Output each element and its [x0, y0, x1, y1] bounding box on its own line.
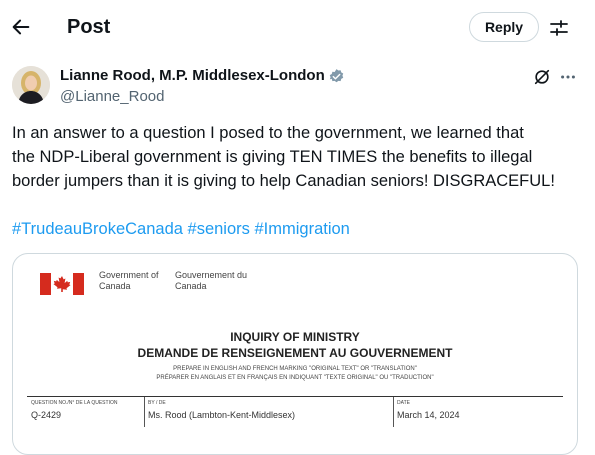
back-arrow-icon[interactable]	[10, 16, 32, 38]
post-text-line: border jumpers than it is giving to help…	[12, 172, 555, 190]
avatar[interactable]	[12, 66, 50, 104]
document-divider	[393, 397, 394, 427]
hashtag-list: #TrudeauBrokeCanada #seniors #Immigratio…	[12, 217, 350, 241]
page-title: Post	[67, 16, 111, 38]
post-text: In an answer to a question I posed to th…	[12, 121, 587, 193]
author-handle[interactable]: @Lianne_Rood	[60, 88, 164, 105]
reply-button[interactable]: Reply	[469, 12, 539, 42]
document-field-label: DATE	[397, 400, 410, 406]
more-icon[interactable]	[559, 68, 577, 86]
government-name-en: Government of Canada	[99, 270, 159, 291]
document-divider	[144, 397, 145, 427]
post-header: Post Reply	[0, 0, 595, 56]
document-field-label: QUESTION NO./N° DE LA QUESTION	[31, 400, 118, 406]
post-text-line: In an answer to a question I posed to th…	[12, 124, 524, 142]
government-name-fr: Gouvernement du Canada	[175, 270, 248, 291]
document-image: Government of Canada Gouvernement du Can…	[13, 254, 577, 454]
canada-flag-icon	[40, 273, 84, 295]
hashtag-link[interactable]: #Immigration	[254, 220, 349, 238]
document-field-label: BY / DE	[148, 400, 166, 406]
hashtag-link[interactable]: #seniors	[188, 220, 250, 238]
document-title-en: INQUIRY OF MINISTRY	[230, 330, 360, 344]
hashtag-link[interactable]: #TrudeauBrokeCanada	[12, 220, 183, 238]
document-field-value: March 14, 2024	[397, 410, 460, 420]
document-divider	[27, 396, 563, 397]
author-name[interactable]: Lianne Rood, M.P. Middlesex-London	[60, 67, 325, 84]
document-field-value: Q-2429	[31, 410, 62, 420]
grok-icon[interactable]	[533, 68, 551, 86]
document-note-en: PREPARE IN ENGLISH AND FRENCH MARKING "O…	[173, 366, 417, 372]
verified-badge-icon	[329, 69, 344, 83]
document-note-fr: PRÉPARER EN ANGLAIS ET EN FRANÇAIS EN IN…	[156, 375, 434, 381]
tune-icon[interactable]	[549, 18, 569, 38]
attached-image[interactable]: Government of Canada Gouvernement du Can…	[12, 253, 578, 455]
document-title-fr: DEMANDE DE RENSEIGNEMENT AU GOUVERNEMENT	[137, 346, 453, 360]
document-field-value: Ms. Rood (Lambton-Kent-Middlesex)	[148, 410, 296, 420]
post-text-line: the NDP-Liberal government is giving TEN…	[12, 148, 533, 166]
